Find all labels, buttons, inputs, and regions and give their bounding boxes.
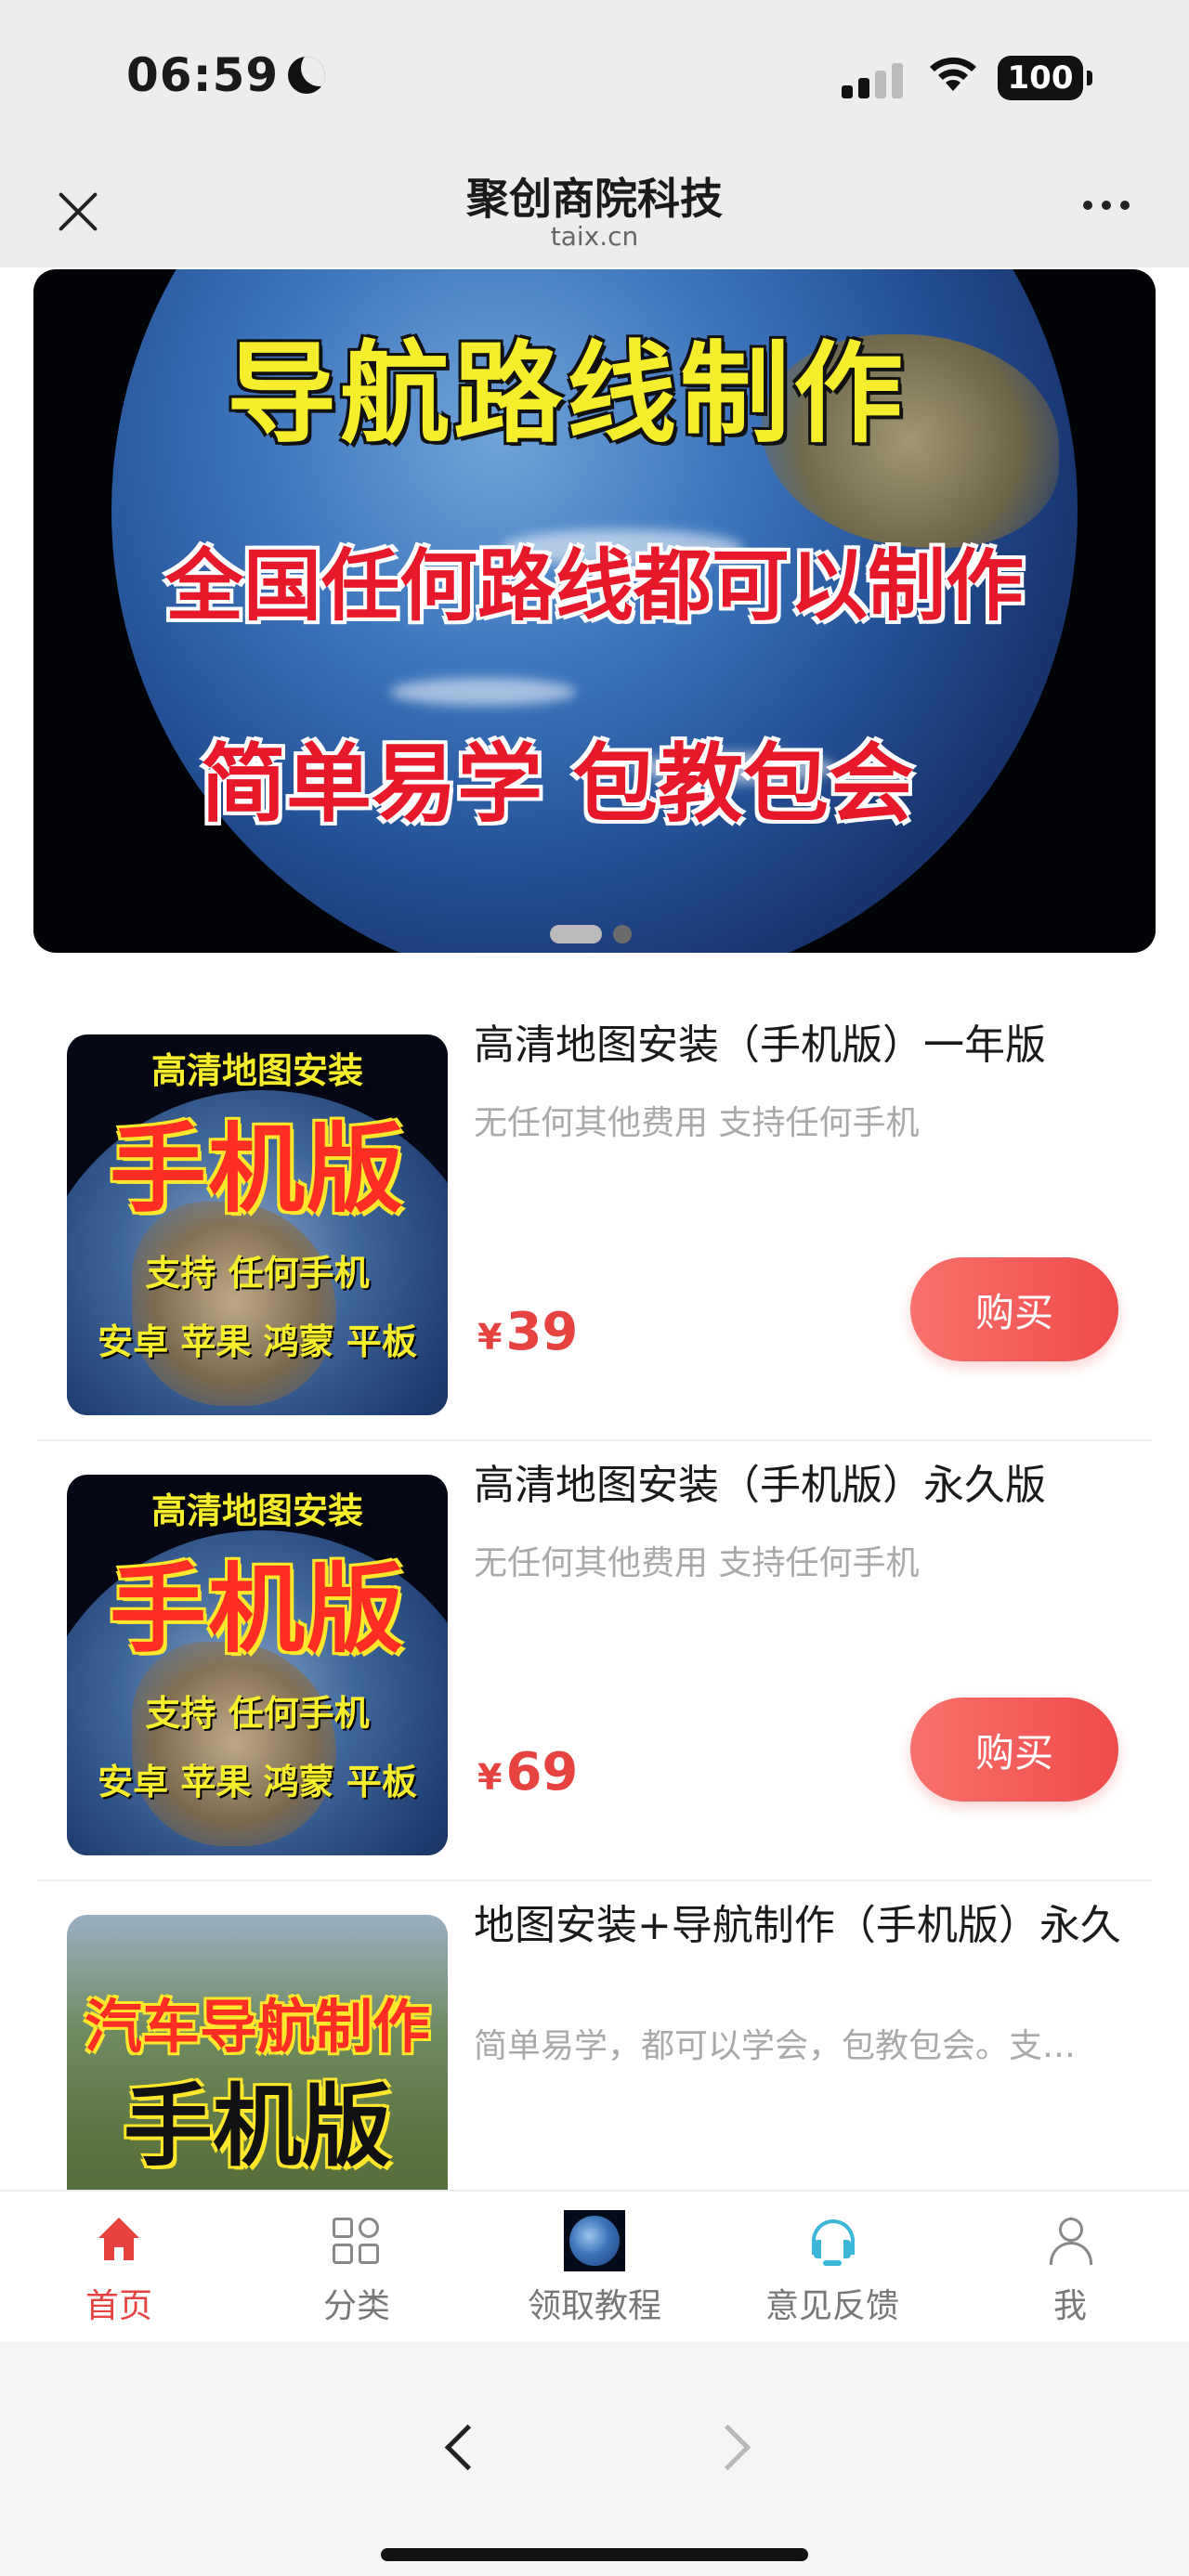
thumbnail-caption: 手机版: [109, 1553, 405, 1666]
buy-button[interactable]: 购买: [910, 1698, 1118, 1802]
thumbnail-caption: 支持 任何手机: [145, 1693, 370, 1734]
page-title: 聚创商院科技: [466, 174, 723, 224]
banner-tagline: 简单易学 包教包会: [200, 735, 915, 834]
tab-label: 领取教程: [527, 2287, 661, 2325]
product-price: ¥ 69: [477, 1742, 578, 1802]
carousel-dot[interactable]: [613, 925, 632, 943]
tab-label: 首页: [85, 2287, 152, 2325]
product-price: ¥ 39: [477, 1302, 578, 1362]
user-icon: [1044, 2216, 1096, 2268]
earth-icon: [564, 2210, 625, 2271]
product-description: 简单易学，都可以学会，包教包会。支…: [474, 2027, 1077, 2065]
thumbnail-caption: 安卓 苹果 鸿蒙 平板: [98, 1321, 417, 1362]
category-grid-icon: [331, 2216, 383, 2268]
battery-icon: 100: [998, 56, 1092, 100]
currency-symbol: ¥: [477, 1757, 503, 1798]
price-value: 69: [505, 1742, 579, 1802]
product-title[interactable]: 高清地图安装（手机版）永久版: [474, 1456, 1143, 1516]
headset-icon: [806, 2216, 858, 2268]
cellular-signal-icon: [842, 61, 903, 98]
product-title[interactable]: 高清地图安装（手机版）一年版: [474, 1016, 1143, 1075]
thumbnail-caption: 支持 任何手机: [145, 1253, 370, 1294]
bottom-tab-bar: 首页 分类 领取教程 意见反馈 我: [0, 2190, 1189, 2342]
page-domain: taix.cn: [550, 221, 639, 252]
time-text: 06:59: [126, 48, 280, 102]
promo-banner[interactable]: 导航路线制作 全国任何路线都可以制作 简单易学 包教包会: [33, 269, 1156, 953]
buy-button[interactable]: 购买: [910, 1257, 1118, 1361]
product-thumbnail[interactable]: 汽车导航制作 手机版: [67, 1915, 448, 2190]
tab-category[interactable]: 分类: [238, 2192, 476, 2342]
carousel-indicator: [550, 925, 632, 943]
thumbnail-caption: 高清地图安装: [150, 1490, 363, 1531]
moon-icon: [288, 57, 326, 94]
thumbnail-caption: 手机版: [124, 2075, 391, 2179]
price-value: 39: [505, 1302, 579, 1362]
wifi-icon: [930, 57, 976, 91]
product-description: 无任何其他费用 支持任何手机: [474, 1104, 920, 1142]
product-thumbnail[interactable]: 高清地图安装 手机版 支持 任何手机 安卓 苹果 鸿蒙 平板: [67, 1475, 448, 1855]
product-card[interactable]: 汽车导航制作 手机版 地图安装+导航制作（手机版）永久 简单易学，都可以学会，包…: [37, 1881, 1152, 2190]
tab-label: 意见反馈: [764, 2287, 899, 2325]
thumbnail-caption: 汽车导航制作: [84, 1993, 430, 2061]
home-indicator[interactable]: [381, 2548, 808, 2561]
tab-label: 我: [1052, 2287, 1087, 2325]
page-header: 聚创商院科技 taix.cn: [0, 149, 1189, 267]
currency-symbol: ¥: [477, 1317, 503, 1358]
tab-home[interactable]: 首页: [0, 2192, 238, 2342]
product-description: 无任何其他费用 支持任何手机: [474, 1544, 920, 1582]
product-card[interactable]: 高清地图安装 手机版 支持 任何手机 安卓 苹果 鸿蒙 平板 高清地图安装（手机…: [37, 1001, 1152, 1441]
home-icon: [93, 2216, 145, 2268]
browser-nav-bar: [0, 2342, 1189, 2576]
back-arrow-icon[interactable]: [437, 2418, 483, 2478]
tab-tutorial[interactable]: 领取教程: [476, 2192, 713, 2342]
thumbnail-caption: 手机版: [109, 1112, 405, 1226]
battery-level: 100: [1007, 59, 1074, 97]
tab-me[interactable]: 我: [951, 2192, 1189, 2342]
more-options-icon[interactable]: [1083, 201, 1130, 210]
thumbnail-caption: 高清地图安装: [150, 1050, 363, 1091]
carousel-dot-active[interactable]: [550, 925, 602, 943]
tab-label: 分类: [322, 2287, 390, 2325]
banner-subline: 全国任何路线都可以制作: [164, 540, 1024, 631]
banner-headline: 导航路线制作: [226, 330, 907, 458]
product-title[interactable]: 地图安装+导航制作（手机版）永久: [474, 1896, 1143, 1956]
product-card[interactable]: 高清地图安装 手机版 支持 任何手机 安卓 苹果 鸿蒙 平板 高清地图安装（手机…: [37, 1441, 1152, 1881]
page-content: 导航路线制作 全国任何路线都可以制作 简单易学 包教包会 高清地图安装 手机版 …: [0, 267, 1189, 2190]
product-thumbnail[interactable]: 高清地图安装 手机版 支持 任何手机 安卓 苹果 鸿蒙 平板: [67, 1034, 448, 1415]
status-bar: 06:59 100: [0, 0, 1189, 149]
tab-feedback[interactable]: 意见反馈: [713, 2192, 951, 2342]
thumbnail-caption: 安卓 苹果 鸿蒙 平板: [98, 1762, 417, 1802]
status-time: 06:59: [126, 48, 326, 102]
forward-arrow-icon[interactable]: [712, 2418, 758, 2478]
